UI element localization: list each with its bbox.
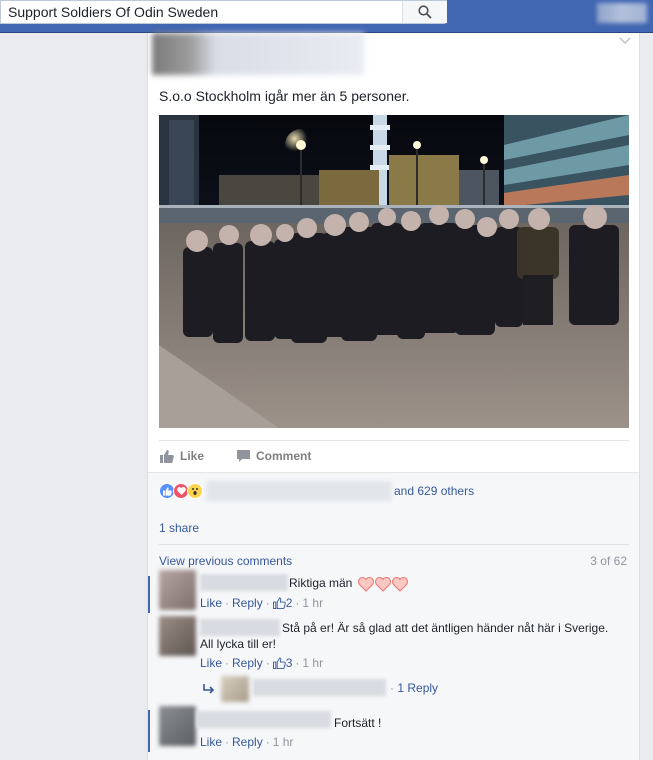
post-author-blurred[interactable]: [152, 33, 364, 75]
commenter-name-blurred[interactable]: [196, 711, 331, 728]
profile-blurred[interactable]: [597, 3, 647, 23]
reply-avatar[interactable]: [221, 676, 249, 702]
comment-label: Comment: [256, 449, 312, 463]
search-box[interactable]: [0, 0, 447, 24]
shares-link[interactable]: 1 share: [159, 521, 199, 535]
hearts-emoji: [357, 576, 408, 592]
view-previous-comments-link[interactable]: View previous comments: [159, 554, 292, 568]
comment-highlight-bar: [148, 576, 150, 613]
view-replies-link[interactable]: · 1 Reply: [390, 680, 438, 696]
comment-meta: Like · Reply · 1 hr: [200, 735, 294, 749]
search-input[interactable]: [1, 1, 401, 23]
reactions-others-link[interactable]: and 629 others: [394, 484, 474, 498]
comment-time: 1 hr: [302, 596, 324, 610]
search-icon: [418, 5, 432, 19]
comment-body-line2: All lycka till er!: [200, 637, 277, 651]
replier-name-blurred[interactable]: [253, 679, 386, 696]
comment-like-count[interactable]: 2: [272, 596, 293, 610]
reply-arrow-icon: [203, 684, 215, 694]
avatar[interactable]: [159, 570, 196, 610]
comment-time: 1 hr: [272, 735, 294, 749]
comment-icon: [237, 450, 250, 462]
replies-count: 1 Reply: [397, 681, 439, 695]
like-label: Like: [180, 449, 205, 463]
comment-text: Riktiga män: [289, 575, 408, 592]
comment-button[interactable]: Comment: [237, 449, 311, 463]
reactions-summary[interactable]: [159, 481, 203, 501]
search-button[interactable]: [402, 1, 447, 23]
comment-time: 1 hr: [302, 656, 324, 670]
divider: [159, 544, 629, 545]
comment-meta: Like · Reply · 2 · 1 hr: [200, 596, 324, 610]
comment-like-link[interactable]: Like: [200, 735, 222, 749]
comment-reply-link[interactable]: Reply: [232, 735, 263, 749]
comment-like-link[interactable]: Like: [200, 656, 222, 670]
post-text: S.o.o Stockholm igår mer än 5 personer.: [159, 88, 410, 104]
top-navigation-bar: [0, 0, 653, 33]
thumbs-up-outline-icon: [272, 657, 286, 669]
chevron-down-icon[interactable]: [619, 37, 631, 45]
commenter-name-blurred[interactable]: [200, 574, 288, 591]
like-count-value: 3: [285, 656, 293, 670]
comment-meta: Like · Reply · 3 · 1 hr: [200, 656, 324, 670]
wow-icon: [187, 483, 203, 499]
comment-like-link[interactable]: Like: [200, 596, 222, 610]
comment-body: Stå på er! Är så glad att det äntligen h…: [282, 621, 609, 635]
comment-body: Riktiga män: [289, 576, 353, 590]
post-card: S.o.o Stockholm igår mer än 5 personer.: [147, 33, 640, 760]
comment-reply-link[interactable]: Reply: [232, 596, 263, 610]
avatar[interactable]: [159, 616, 196, 656]
comment-highlight-bar: [148, 710, 150, 752]
like-count-value: 2: [285, 596, 293, 610]
comment-body: Fortsätt !: [334, 716, 382, 730]
comment-reply-link[interactable]: Reply: [232, 656, 263, 670]
like-button[interactable]: Like: [160, 449, 204, 463]
commenter-name-blurred[interactable]: [200, 619, 280, 636]
comment-count: 3 of 62: [590, 554, 627, 568]
thumbs-up-outline-icon: [272, 597, 286, 609]
post-photo[interactable]: [159, 115, 629, 428]
thumbs-up-icon: [160, 449, 174, 463]
reaction-names-blurred[interactable]: [206, 481, 392, 501]
avatar[interactable]: [159, 706, 196, 746]
comment-like-count[interactable]: 3: [272, 656, 293, 670]
post-actions-bar: Like Comment: [159, 440, 629, 472]
